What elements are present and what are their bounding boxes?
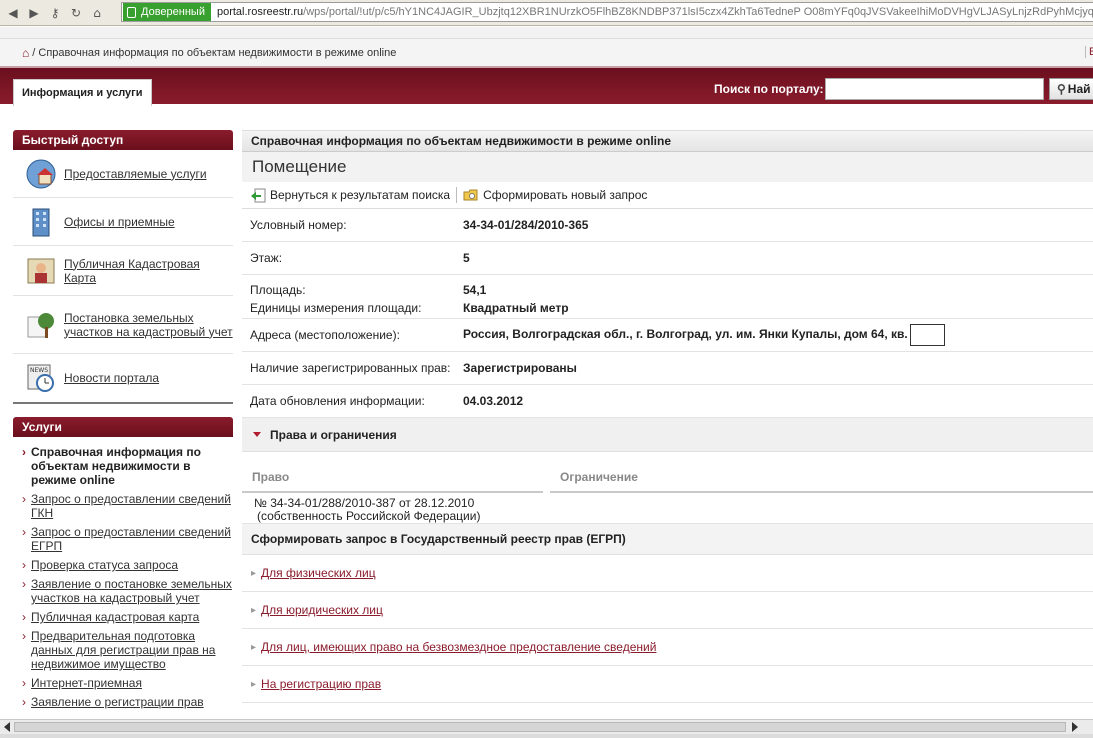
top-navigation: Информация и услуги Поиск по порталу: ⚲ Н… (0, 66, 1093, 106)
horizontal-scrollbar[interactable] (0, 719, 1093, 734)
arrow-icon: ▸ (251, 604, 257, 616)
folder-key-icon (463, 187, 479, 203)
scroll-left-icon[interactable] (4, 722, 10, 732)
column-right: Право (242, 465, 543, 493)
scroll-right-icon[interactable] (1072, 722, 1078, 732)
services-list: Справочная информация по объектам недвиж… (13, 437, 233, 709)
field-floor: Этаж: 5 (242, 242, 1093, 275)
trusted-label: Доверенный (141, 6, 205, 18)
action-separator (456, 187, 458, 203)
key-icon[interactable]: ⚷ (46, 4, 64, 22)
search-icon: ⚲ (1057, 82, 1066, 96)
column-restriction: Ограничение (550, 465, 1093, 493)
page-title: Помещение (242, 152, 1093, 182)
url-text[interactable]: portal.rosreestr.ru/wps/portal/!ut/p/c5/… (217, 6, 1093, 18)
link-rights-registration[interactable]: ▸ На регистрацию прав (242, 666, 1093, 703)
arrow-icon: ▸ (251, 641, 257, 653)
back-icon[interactable]: ◀ (4, 4, 22, 22)
service-item-land-application[interactable]: Заявление о постановке земельных участко… (21, 577, 233, 605)
apartment-number-box (909, 324, 945, 346)
rights-table-header: Право Ограничение (242, 465, 1093, 493)
quick-item-offices[interactable]: Офисы и приемные (13, 198, 233, 246)
service-item-cadastral-map[interactable]: Публичная кадастровая карта (21, 610, 233, 624)
table-row: № 34-34-01/288/2010-387 от 28.12.2010 (с… (254, 496, 481, 523)
news-clock-icon: NEWS (25, 362, 57, 394)
field-area-units: Единицы измерения площади: Квадратный ме… (242, 297, 1093, 319)
svg-text:NEWS: NEWS (30, 367, 48, 374)
link-free-provision[interactable]: ▸ Для лиц, имеющих право на безвозмездное… (242, 629, 1093, 666)
new-request-button[interactable]: Сформировать новый запрос (463, 187, 647, 203)
building-icon (25, 206, 57, 238)
quick-item-land-registration[interactable]: Постановка земельных участков на кадастр… (13, 296, 233, 354)
globe-house-icon (25, 158, 57, 190)
action-bar: Вернуться к результатам поиска Сформиров… (242, 182, 1093, 209)
link-legal-entities[interactable]: ▸ Для юридических лиц (242, 592, 1093, 629)
address-bar[interactable]: Доверенный portal.rosreestr.ru/wps/porta… (121, 2, 1093, 22)
egrp-request-header: Сформировать запрос в Государственный ре… (242, 523, 1093, 555)
scrollbar-thumb[interactable] (14, 722, 1066, 732)
search-button[interactable]: ⚲ Най (1049, 78, 1093, 100)
sidebar-divider (13, 402, 233, 404)
tree-document-icon (25, 309, 57, 341)
breadcrumb-right-link[interactable]: E (1085, 46, 1093, 58)
collapse-triangle-icon (253, 432, 261, 437)
quick-item-cadastral-map[interactable]: Публичная Кадастровая Карта (13, 246, 233, 296)
service-item-internet-reception[interactable]: Интернет-приемная (21, 676, 233, 690)
service-item-gkn-request[interactable]: Запрос о предоставлении сведений ГКН (21, 492, 233, 520)
field-registered-rights: Наличие зарегистрированных прав: Зарегис… (242, 352, 1093, 385)
home-icon[interactable]: ⌂ (22, 46, 29, 60)
rights-table: Право Ограничение № 34-34-01/288/2010-38… (242, 465, 1093, 523)
search-input[interactable] (825, 78, 1044, 100)
quick-access-header: Быстрый доступ (13, 130, 233, 150)
field-conditional-number: Условный номер: 34-34-01/284/2010-365 (242, 209, 1093, 242)
tab-info-services[interactable]: Информация и услуги (13, 79, 152, 106)
services-header: Услуги (13, 417, 233, 437)
home-icon[interactable]: ⌂ (88, 4, 106, 22)
lock-icon (127, 6, 136, 18)
breadcrumb-current: Справочная информация по объектам недвиж… (38, 46, 397, 59)
map-person-icon (25, 255, 57, 287)
back-to-results-button[interactable]: Вернуться к результатам поиска (250, 187, 450, 203)
arrow-icon: ▸ (251, 567, 257, 579)
trusted-badge[interactable]: Доверенный (123, 3, 211, 21)
quick-item-services[interactable]: Предоставляемые услуги (13, 150, 233, 198)
main-content: Справочная информация по объектам недвиж… (242, 130, 1093, 703)
forward-icon[interactable]: ▶ (25, 4, 43, 22)
reload-icon[interactable]: ↻ (67, 4, 85, 22)
address-value: Россия, Волгоградская обл., г. Волгоград… (463, 327, 908, 342)
content-header: Справочная информация по объектам недвиж… (242, 130, 1093, 152)
back-arrow-icon (250, 187, 266, 203)
arrow-icon: ▸ (251, 678, 257, 690)
service-item-registration-application[interactable]: Заявление о регистрации прав (21, 695, 233, 709)
rights-section-toggle[interactable]: Права и ограничения (242, 418, 1093, 452)
field-area: Площадь: 54,1 (250, 283, 487, 297)
field-update-date: Дата обновления информации: 04.03.2012 (242, 385, 1093, 418)
service-item-online-info[interactable]: Справочная информация по объектам недвиж… (21, 445, 233, 487)
service-item-egrp-request[interactable]: Запрос о предоставлении сведений ЕГРП (21, 525, 233, 553)
status-bar (0, 734, 1093, 738)
search-label: Поиск по порталу: (714, 82, 824, 96)
sidebar: Быстрый доступ Предоставляемые услуги Оф… (13, 130, 233, 714)
breadcrumb: ⌂ / Справочная информация по объектам не… (0, 38, 1093, 66)
link-individuals[interactable]: ▸ Для физических лиц (242, 555, 1093, 592)
service-item-data-preparation[interactable]: Предварительная подготовка данных для ре… (21, 629, 233, 671)
field-address: Адреса (местоположение): Россия, Волгогр… (242, 319, 1093, 352)
service-item-request-status[interactable]: Проверка статуса запроса (21, 558, 233, 572)
quick-item-news[interactable]: NEWS Новости портала (13, 354, 233, 402)
